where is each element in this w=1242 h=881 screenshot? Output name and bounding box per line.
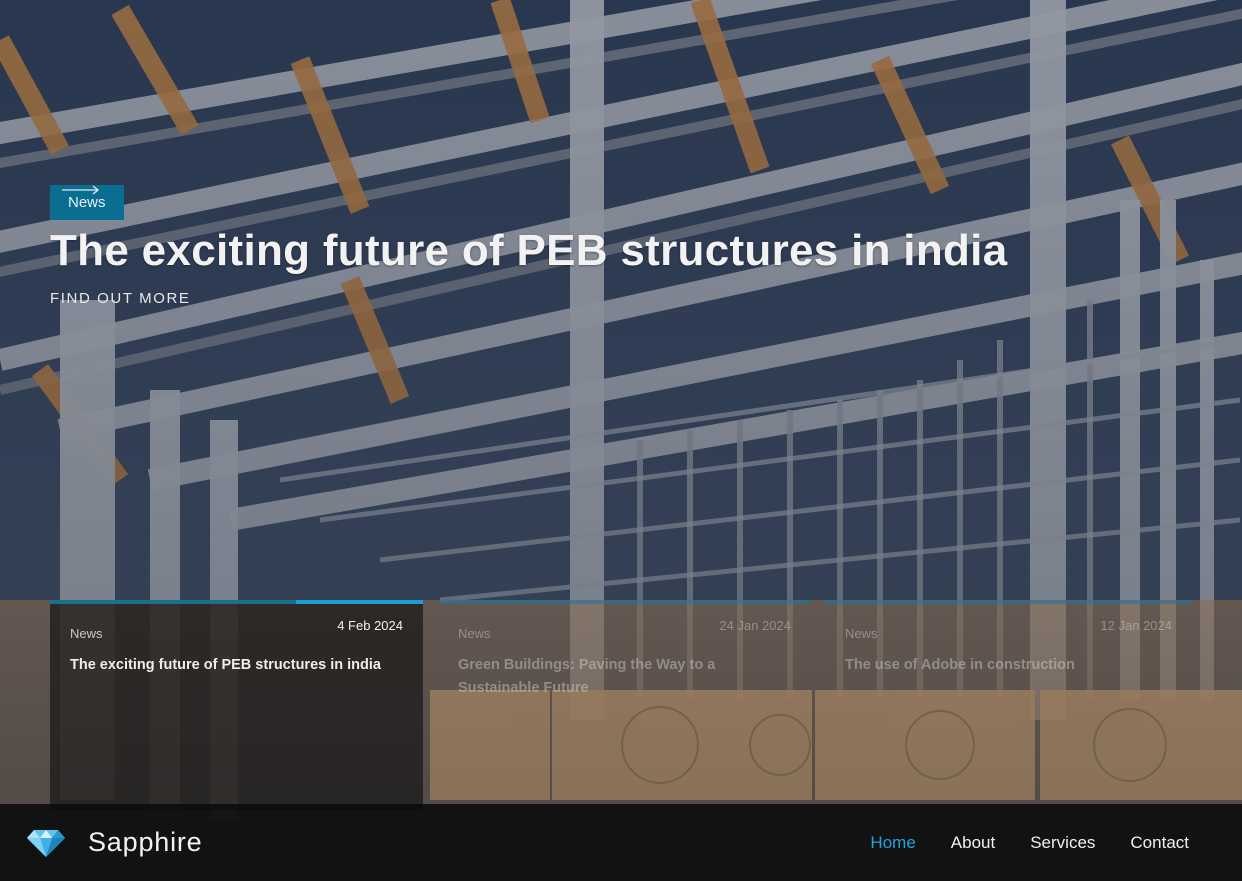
card-title: The use of Adobe in construction	[845, 657, 1075, 673]
brand-name: Sapphire	[88, 827, 203, 857]
news-slider: News 4 Feb 2024 The exciting future of P…	[50, 600, 1192, 810]
news-card[interactable]: News 12 Jan 2024 The use of Adobe in con…	[825, 600, 1192, 810]
hero-headline: The exciting future of PEB structures in…	[50, 226, 1008, 275]
bottom-navbar: Sapphire Home About Services Contact	[0, 804, 1242, 881]
card-progress-fill	[296, 600, 423, 604]
main-menu: Home About Services Contact	[835, 833, 1189, 853]
card-title: Green Buildings: Paving the Way to a Sus…	[458, 657, 716, 696]
arrow-right-icon	[62, 185, 100, 195]
brand-logo-link[interactable]: Sapphire	[26, 827, 202, 858]
nav-item-about[interactable]: About	[951, 833, 995, 853]
card-date: 12 Jan 2024	[1100, 618, 1172, 633]
nav-item-home[interactable]: Home	[870, 833, 915, 853]
card-date: 4 Feb 2024	[337, 618, 403, 633]
card-title: The exciting future of PEB structures in…	[70, 657, 381, 673]
nav-item-services[interactable]: Services	[1030, 833, 1095, 853]
card-category: News	[458, 626, 491, 641]
diamond-icon	[27, 829, 65, 857]
hero-content: News The exciting future of PEB structur…	[50, 185, 1007, 307]
card-date: 24 Jan 2024	[719, 618, 791, 633]
nav-item-contact[interactable]: Contact	[1130, 833, 1189, 853]
card-category: News	[845, 626, 878, 641]
card-progress-track	[825, 600, 1192, 604]
find-out-more-label: FIND OUT MORE	[50, 290, 191, 307]
news-card[interactable]: News 4 Feb 2024 The exciting future of P…	[50, 600, 423, 810]
card-category: News	[70, 626, 103, 641]
news-card[interactable]: News 24 Jan 2024 Green Buildings: Paving…	[438, 600, 811, 810]
find-out-more-link[interactable]: FIND OUT MORE	[50, 185, 1007, 307]
card-progress-track	[438, 600, 811, 604]
hero-section: News The exciting future of PEB structur…	[0, 0, 1242, 881]
